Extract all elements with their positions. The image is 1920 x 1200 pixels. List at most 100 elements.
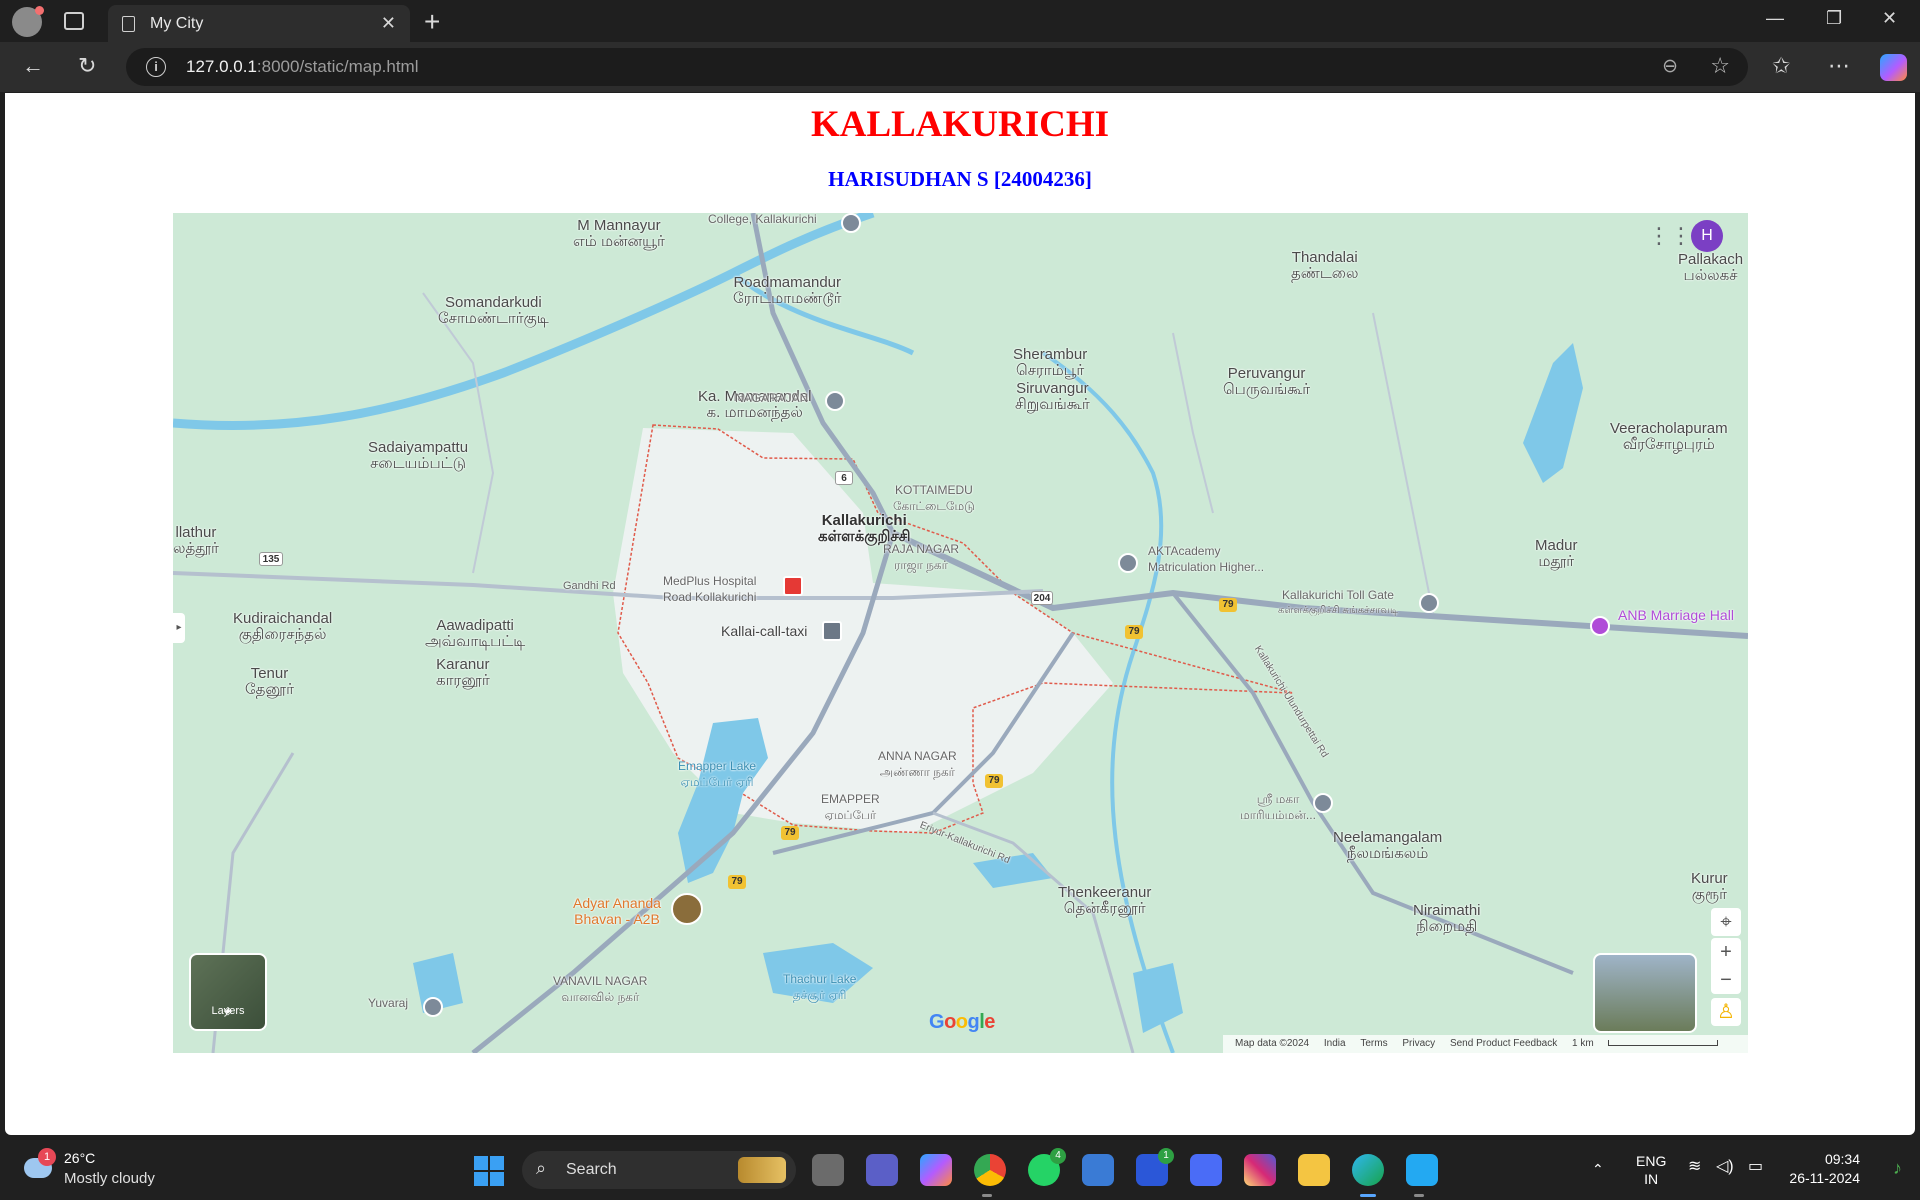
pegman-icon[interactable]: ♙ [1711, 998, 1741, 1026]
copilot-icon[interactable] [1880, 54, 1907, 81]
whatsapp-icon[interactable]: 4 [1028, 1148, 1066, 1186]
poi-adyar-ananda-bhavan[interactable]: Adyar Ananda Bhavan - A2B [573, 895, 661, 927]
chrome-icon[interactable] [974, 1154, 1006, 1186]
place-tenur[interactable]: Tenur தேனூர் [245, 666, 294, 698]
file-explorer-icon[interactable] [1298, 1154, 1330, 1186]
poi-kallai-call-taxi[interactable]: Kallai-call-taxi [721, 623, 807, 639]
zoom-icon[interactable]: ⊖ [1662, 55, 1678, 78]
adyar-photo-icon[interactable] [671, 893, 703, 925]
toll-pin-icon[interactable] [1419, 593, 1439, 613]
more-icon[interactable]: ⋯ [1828, 53, 1850, 79]
browser-tab[interactable]: My City ✕ [108, 5, 410, 42]
battery-icon[interactable]: ▭ [1748, 1158, 1763, 1176]
emapper-lake-label[interactable]: Emapper Lake ஏமப்பேர் ஏரி [678, 758, 756, 790]
terms-link[interactable]: Terms [1360, 1038, 1387, 1049]
place-kottaimedu[interactable]: KOTTAIMEDU கோட்டைமேடு [893, 482, 975, 514]
place-somandarkudi[interactable]: Somandarkudi சோமண்டார்குடி [438, 295, 549, 327]
place-siruvangur[interactable]: Siruvangur சிறுவங்கூர் [1015, 381, 1090, 413]
poi-nagarajan[interactable]: NAGARAJAN [735, 390, 808, 406]
map-canvas[interactable] [173, 213, 1748, 1053]
privacy-link[interactable]: Privacy [1402, 1038, 1435, 1049]
nagarajan-pin-icon[interactable] [825, 391, 845, 411]
place-kurur[interactable]: Kurur குரூர் [1691, 871, 1728, 903]
place-karanur[interactable]: Karanur காரனூர் [436, 657, 490, 689]
poi-akt-academy[interactable]: AKTAcademy Matriculation Higher... [1148, 543, 1264, 575]
yuvaraj-pin-icon[interactable] [423, 997, 443, 1017]
anb-pin-icon[interactable] [1590, 616, 1610, 636]
clock[interactable]: 09:34 26-11-2024 [1789, 1150, 1860, 1188]
zoom-in-button[interactable]: + [1711, 938, 1741, 966]
tab-actions-icon[interactable] [64, 12, 84, 30]
reload-icon[interactable]: ↻ [78, 53, 96, 79]
feedback-link[interactable]: Send Product Feedback [1450, 1038, 1557, 1049]
side-panel-toggle[interactable]: ▸ [173, 613, 185, 643]
minimize-icon[interactable]: — [1766, 8, 1784, 29]
weather-temp[interactable]: 26°C [64, 1150, 95, 1166]
medplus-pin-icon[interactable] [783, 576, 803, 596]
layers-button[interactable]: ◈ Layers [189, 953, 267, 1031]
place-madur[interactable]: Madur மதூர் [1535, 538, 1578, 570]
akt-pin-icon[interactable] [1118, 553, 1138, 573]
place-thenkeeranur[interactable]: Thenkeeranur தென்கீரனூர் [1058, 885, 1151, 917]
india-link[interactable]: India [1324, 1038, 1346, 1049]
my-location-icon[interactable]: ⌖ [1711, 908, 1741, 936]
place-aawadipatti[interactable]: Aawadipatti அவ்வாடிபட்டி [425, 618, 525, 650]
google-map[interactable]: ▸ M Mannayur எம் மன்னயூர் Roadmamandur ரோட… [173, 213, 1748, 1053]
favorites-icon[interactable]: ✩ [1772, 53, 1790, 79]
place-raja-nagar[interactable]: RAJA NAGAR ராஜா நகர் [883, 541, 959, 573]
vscode-icon[interactable] [1406, 1154, 1438, 1186]
start-icon[interactable] [474, 1156, 504, 1186]
restore-icon[interactable]: ❐ [1826, 8, 1842, 29]
task-view-icon[interactable] [812, 1154, 844, 1186]
place-pallakach[interactable]: Pallakach பல்லகச் [1678, 252, 1743, 284]
teams-icon[interactable] [866, 1154, 898, 1186]
favorite-icon[interactable]: ☆ [1710, 53, 1730, 79]
language-indicator[interactable]: ENG IN [1636, 1152, 1666, 1188]
poi-toll-gate[interactable]: Kallakurichi Toll Gate கள்ளக்குறிச்சி சுங… [1278, 587, 1398, 619]
place-vanavil-nagar[interactable]: VANAVIL NAGAR வானவில் நகர் [553, 973, 647, 1005]
copilot-icon[interactable] [920, 1154, 952, 1186]
poi-college[interactable]: College, Kallakurichi [708, 213, 817, 227]
store-icon[interactable] [1082, 1154, 1114, 1186]
thachur-lake-label[interactable]: Thachur Lake தச்சூர் ஏரி [783, 971, 856, 1003]
close-icon[interactable]: ✕ [381, 13, 396, 34]
place-m-mannayur[interactable]: M Mannayur எம் மன்னயூர் [573, 218, 665, 250]
place-emapper[interactable]: EMAPPER ஏமப்பேர் [821, 791, 880, 823]
poi-sri-maha[interactable]: ஸ்ரீ மகா மாரியம்மன்... [1238, 791, 1318, 823]
volume-icon[interactable]: ◁) [1716, 1158, 1734, 1176]
l-app-icon[interactable]: 1 [1136, 1148, 1174, 1186]
instagram-icon[interactable] [1244, 1154, 1276, 1186]
place-roadmamandur[interactable]: Roadmamandur ரோட்மாமண்டூர் [733, 275, 841, 307]
taxi-pin-icon[interactable] [822, 621, 842, 641]
info-icon[interactable]: i [146, 57, 166, 77]
back-icon[interactable]: ← [22, 53, 44, 79]
place-kudiraichandal[interactable]: Kudiraichandal குதிரைசந்தல் [233, 611, 332, 643]
place-peruvangur[interactable]: Peruvangur பெருவங்கூர் [1223, 366, 1310, 398]
poi-anb-marriage-hall[interactable]: ANB Marriage Hall [1618, 607, 1734, 623]
arc-icon[interactable] [1190, 1154, 1222, 1186]
scale-label[interactable]: 1 km [1572, 1038, 1594, 1049]
place-sherambur[interactable]: Sherambur செராம்பூர் [1013, 347, 1087, 379]
tray-overflow-icon[interactable]: ⌃ [1592, 1160, 1604, 1178]
zoom-out-button[interactable]: − [1711, 966, 1741, 994]
place-llathur[interactable]: llathur லத்தூர் [173, 525, 219, 557]
window-close-icon[interactable]: ✕ [1882, 8, 1897, 29]
notification-icon[interactable]: ♪ [1893, 1158, 1902, 1179]
place-sadaiyampattu[interactable]: Sadaiyampattu சடையம்பட்டு [368, 440, 468, 472]
college-pin-icon[interactable] [841, 213, 861, 233]
account-avatar[interactable]: H [1691, 220, 1723, 252]
wifi-icon[interactable]: ≋ [1688, 1158, 1701, 1176]
url-text[interactable]: 127.0.0.1:8000/static/map.html [186, 57, 418, 77]
poi-yuvaraj[interactable]: Yuvaraj [368, 995, 408, 1011]
place-anna-nagar[interactable]: ANNA NAGAR அண்ணா நகர் [878, 748, 957, 780]
place-veeracholapuram[interactable]: Veeracholapuram வீரசோழபுரம் [1610, 421, 1728, 453]
new-tab-icon[interactable]: + [424, 6, 440, 38]
edge-icon[interactable] [1352, 1154, 1384, 1186]
sri-maha-pin-icon[interactable] [1313, 793, 1333, 813]
profile-icon[interactable] [12, 6, 44, 37]
poi-medplus[interactable]: MedPlus Hospital Road Kollakurichi [663, 573, 756, 605]
street-view-thumbnail[interactable] [1593, 953, 1697, 1033]
place-thandalai[interactable]: Thandalai தண்டலை [1291, 250, 1358, 282]
address-bar[interactable]: i 127.0.0.1:8000/static/map.html ⊖ ☆ [126, 48, 1748, 86]
place-niraimathi[interactable]: Niraimathi நிறைமதி [1413, 903, 1481, 935]
